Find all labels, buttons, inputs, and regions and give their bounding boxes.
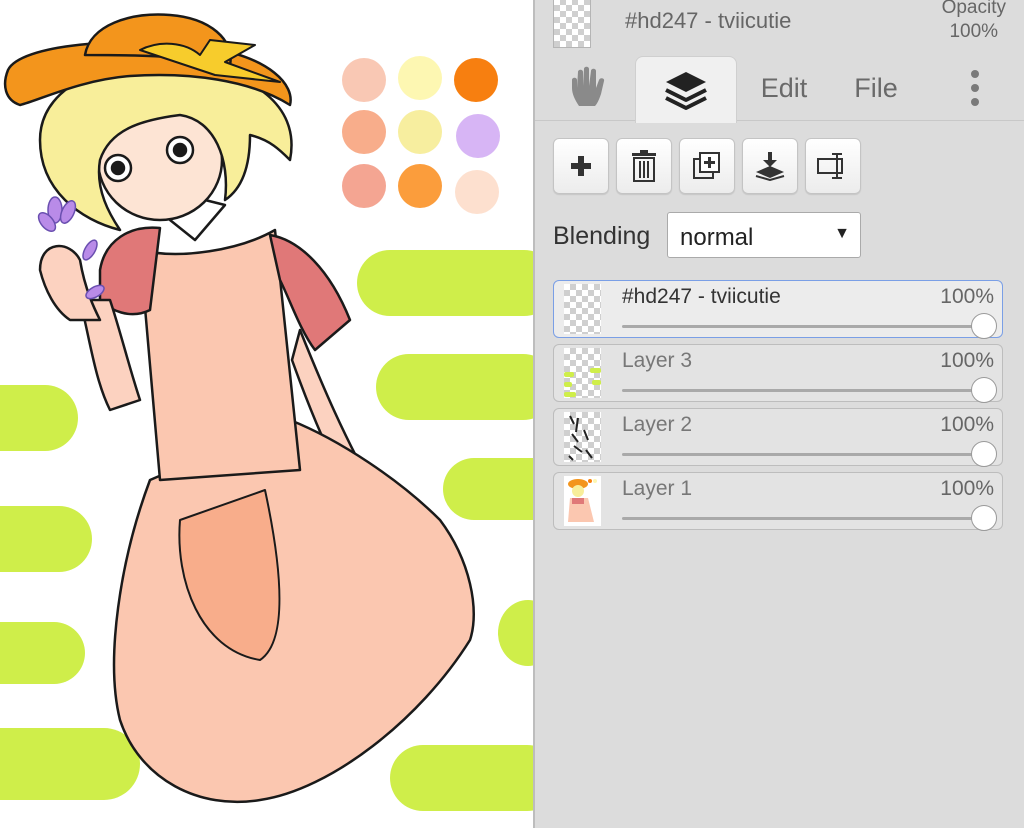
tab-layers[interactable]	[635, 56, 737, 123]
blending-value: normal	[680, 224, 754, 251]
layers-icon	[665, 72, 707, 110]
plus-icon	[571, 156, 591, 176]
blending-label: Blending	[553, 222, 651, 250]
slider-knob[interactable]	[971, 313, 997, 339]
artwork	[0, 13, 533, 811]
hand-icon	[572, 66, 605, 106]
caret-down-icon: ▼	[834, 225, 850, 242]
layer-item-layer-3[interactable]: Layer 3 100%	[553, 344, 1003, 403]
slider-knob[interactable]	[971, 441, 997, 467]
slider-track	[622, 453, 984, 456]
blending-select[interactable]: normal ▼	[667, 212, 861, 258]
duplicate-layer-button[interactable]	[679, 138, 735, 194]
color-swatches	[342, 56, 500, 214]
layer-item-layer-1[interactable]: Layer 1 100%	[553, 472, 1003, 531]
layer-opacity: 100%	[940, 349, 994, 372]
layer-name: Layer 2	[622, 413, 693, 436]
layer-thumbnail	[564, 284, 601, 334]
current-layer-name: #hd247 - tviicutie	[625, 8, 792, 33]
merge-down-button[interactable]	[742, 138, 798, 194]
rename-layer-button[interactable]	[805, 138, 861, 194]
merge-down-icon	[755, 152, 785, 181]
layer-opacity-slider[interactable]	[622, 377, 997, 403]
layer-opacity: 100%	[940, 413, 994, 436]
tab-hand[interactable]	[553, 56, 625, 120]
layer-name: #hd247 - tviicutie	[622, 285, 781, 308]
layer-opacity-slider[interactable]	[622, 313, 997, 339]
current-layer-thumbnail	[553, 0, 591, 48]
add-layer-button[interactable]	[553, 138, 609, 194]
slider-track	[622, 517, 984, 520]
trash-icon	[632, 150, 656, 182]
opacity-value: 100%	[949, 21, 999, 42]
layer-opacity-slider[interactable]	[622, 505, 997, 531]
layer-item-layer-2[interactable]: Layer 2 100%	[553, 408, 1003, 467]
more-vertical-icon	[971, 70, 979, 106]
duplicate-icon	[693, 152, 720, 179]
layer-opacity-slider[interactable]	[622, 441, 997, 467]
opacity-label: Opacity	[941, 0, 1006, 18]
current-layer-header: #hd247 - tviicutie Opacity 100%	[535, 0, 1024, 58]
slider-knob[interactable]	[971, 505, 997, 531]
layers-panel: #hd247 - tviicutie Opacity 100% Edit Fil…	[535, 0, 1024, 828]
layer-thumbnail	[564, 476, 601, 526]
panel-tabs: Edit File	[535, 56, 1024, 123]
slider-track	[622, 389, 984, 392]
layer-thumbnail	[564, 412, 601, 462]
layer-item-hd247[interactable]: #hd247 - tviicutie 100%	[553, 280, 1003, 339]
tab-edit[interactable]: Edit	[747, 56, 821, 120]
layer-opacity: 100%	[940, 285, 994, 308]
layer-name: Layer 1	[622, 477, 693, 500]
opacity-readout[interactable]: Opacity 100%	[942, 0, 1006, 44]
slider-knob[interactable]	[971, 377, 997, 403]
rename-icon	[817, 153, 843, 179]
layer-opacity: 100%	[940, 477, 994, 500]
tab-more[interactable]	[955, 56, 995, 120]
delete-layer-button[interactable]	[616, 138, 672, 194]
tab-file[interactable]: File	[841, 56, 911, 120]
slider-track	[622, 325, 984, 328]
drawing-canvas[interactable]	[0, 0, 535, 828]
layer-name: Layer 3	[622, 349, 693, 372]
layer-thumbnail	[564, 348, 601, 398]
